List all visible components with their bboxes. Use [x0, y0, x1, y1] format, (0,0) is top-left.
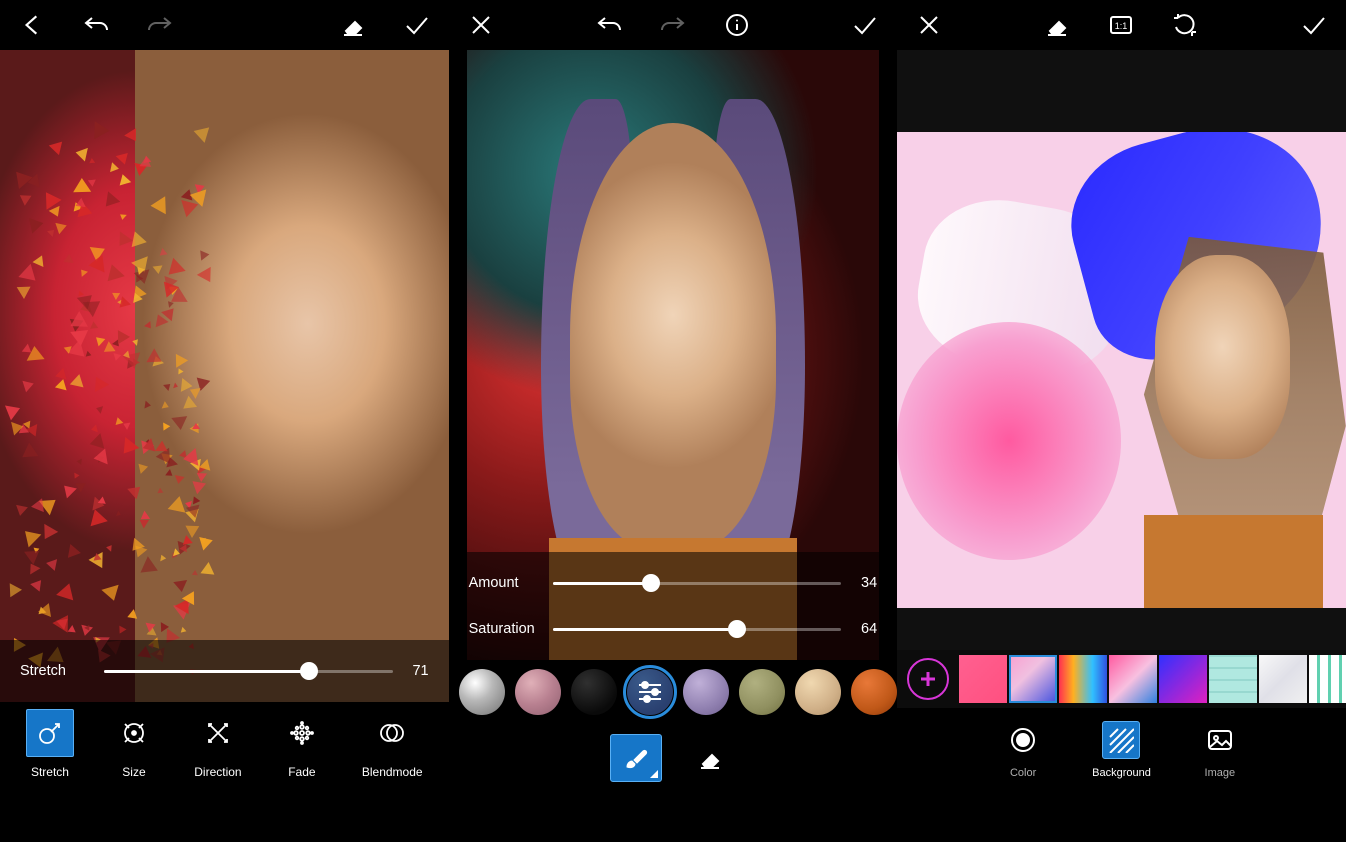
undo-icon[interactable]: [82, 11, 110, 39]
screen-background: 1:1: [897, 0, 1346, 842]
slider-value: 64: [855, 621, 877, 637]
blendmode-icon: [368, 709, 416, 757]
option-label: Image: [1205, 767, 1236, 779]
bg-thumb-pink-banana[interactable]: [959, 655, 1007, 703]
slider-label: Amount: [469, 575, 539, 591]
hair-slider-panel: Amount 34 Saturation 64: [449, 552, 898, 660]
topbar: [0, 0, 449, 50]
undo-icon[interactable]: [595, 11, 623, 39]
background-icon: [1102, 721, 1140, 759]
tool-label: Size: [122, 765, 145, 779]
screen-dispersion: Stretch 71 Stretch Size: [0, 0, 449, 842]
topbar: [449, 0, 898, 50]
bg-thumb-paint-brush-pink-blue[interactable]: [1009, 655, 1057, 703]
aspect-ratio-icon[interactable]: 1:1: [1107, 11, 1135, 39]
canvas[interactable]: Stretch 71: [0, 50, 449, 702]
tool-label: Fade: [288, 765, 315, 779]
redo-icon[interactable]: [146, 11, 174, 39]
apply-icon[interactable]: [851, 11, 879, 39]
swatch-silver[interactable]: [459, 669, 505, 715]
canvas[interactable]: [897, 50, 1346, 650]
topbar: 1:1: [897, 0, 1346, 50]
brush-erase-row: [449, 724, 898, 792]
swatch-lilac[interactable]: [683, 669, 729, 715]
tool-size[interactable]: Size: [106, 705, 162, 783]
erase-button[interactable]: [684, 734, 736, 782]
background-thumbnail-strip: [897, 650, 1346, 708]
tool-direction[interactable]: Direction: [190, 705, 246, 783]
direction-icon: [194, 709, 242, 757]
swatch-black[interactable]: [571, 669, 617, 715]
size-icon: [110, 709, 158, 757]
bg-thumb-mint-watermelon[interactable]: [1209, 655, 1257, 703]
background-option-row: Color Background Image: [897, 708, 1346, 792]
swatch-custom[interactable]: [627, 669, 673, 715]
back-icon[interactable]: [18, 11, 46, 39]
slider-label: Saturation: [469, 621, 539, 637]
color-icon: [1004, 721, 1042, 759]
redo-icon[interactable]: [659, 11, 687, 39]
apply-icon[interactable]: [403, 11, 431, 39]
canvas[interactable]: Amount 34 Saturation 64: [449, 50, 898, 660]
apply-icon[interactable]: [1300, 11, 1328, 39]
tool-fade[interactable]: Fade: [274, 705, 330, 783]
eraser-icon[interactable]: [339, 11, 367, 39]
slider-value: 71: [407, 663, 429, 679]
amount-slider[interactable]: Amount 34: [469, 566, 878, 600]
svg-text:1:1: 1:1: [1115, 21, 1128, 31]
option-color[interactable]: Color: [1004, 721, 1042, 779]
screen-hair-color: Amount 34 Saturation 64: [449, 0, 898, 842]
bg-thumb-rainbow-splash[interactable]: [1059, 655, 1107, 703]
fade-icon: [278, 709, 326, 757]
option-label: Background: [1092, 767, 1151, 779]
slider-label: Stretch: [20, 663, 90, 679]
option-image[interactable]: Image: [1201, 721, 1239, 779]
stretch-slider-panel: Stretch 71: [0, 640, 449, 702]
saturation-slider[interactable]: Saturation 64: [469, 612, 878, 646]
tool-label: Stretch: [31, 765, 69, 779]
bg-thumb-blue-magenta[interactable]: [1159, 655, 1207, 703]
info-icon[interactable]: [723, 11, 751, 39]
slider-value: 34: [855, 575, 877, 591]
tool-label: Blendmode: [362, 765, 423, 779]
bg-thumb-white-marble[interactable]: [1259, 655, 1307, 703]
swatch-olive[interactable]: [739, 669, 785, 715]
add-background-button[interactable]: [907, 658, 949, 700]
stretch-slider[interactable]: Stretch 71: [20, 654, 429, 688]
tool-stretch[interactable]: Stretch: [22, 705, 78, 783]
stretch-icon: [26, 709, 74, 757]
image-icon: [1201, 721, 1239, 759]
reset-icon[interactable]: [1171, 11, 1199, 39]
brush-button[interactable]: [610, 734, 662, 782]
effect-tool-row: Stretch Size Direction Fade: [0, 702, 449, 792]
option-label: Color: [1010, 767, 1036, 779]
tool-blendmode[interactable]: Blendmode: [358, 705, 427, 783]
close-icon[interactable]: [467, 11, 495, 39]
option-background[interactable]: Background: [1092, 721, 1151, 779]
color-swatch-row: [449, 660, 898, 724]
tool-label: Direction: [194, 765, 241, 779]
bg-thumb-mint-stripes[interactable]: [1309, 655, 1346, 703]
eraser-icon[interactable]: [1043, 11, 1071, 39]
swatch-copper[interactable]: [851, 669, 897, 715]
swatch-blonde[interactable]: [795, 669, 841, 715]
close-icon[interactable]: [915, 11, 943, 39]
swatch-rose[interactable]: [515, 669, 561, 715]
bg-thumb-pink-blue-paint[interactable]: [1109, 655, 1157, 703]
